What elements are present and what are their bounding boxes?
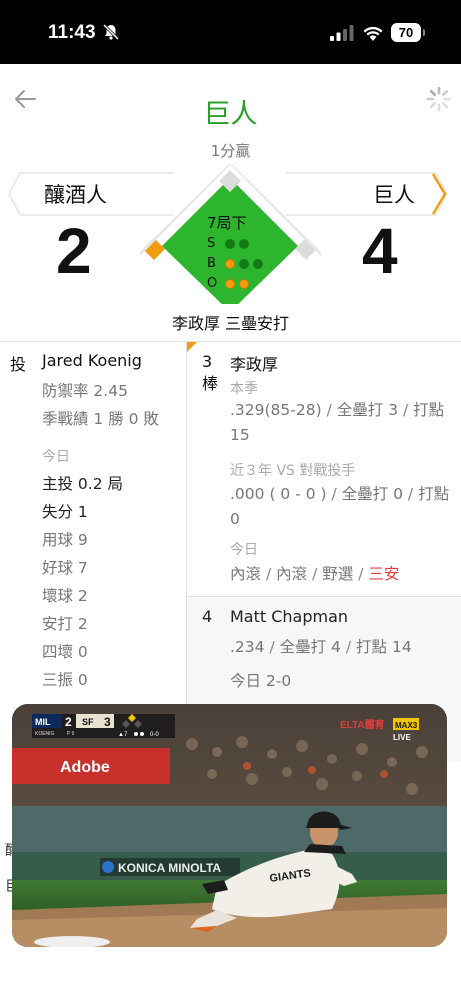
page-title: 巨人 — [203, 99, 258, 130]
out-count: O — [207, 276, 253, 291]
home-team-name: 巨人 — [373, 183, 415, 207]
season-stats: .329(85-28) / 全壘打 3 / 打點 15 — [230, 398, 452, 448]
video-player[interactable]: Adobe KONICA MINOLTA GIANTS MIL 2 SF 3 K… — [12, 704, 447, 947]
battery-indicator: 70 — [391, 23, 425, 42]
separator: / — [345, 638, 352, 656]
video-away-score: 2 — [65, 715, 72, 729]
billboard-text: Adobe — [60, 759, 110, 776]
at-bat-result: 野選 — [322, 565, 354, 583]
vs-pitcher-stats: .000 ( 0 - 0 ) / 全壘打 0 / 打點 0 — [230, 482, 452, 532]
batter-order-suffix: 棒 — [202, 374, 219, 393]
pitcher-name: Jared Koenig — [42, 351, 142, 370]
current-batter-marker — [187, 342, 197, 352]
at-bat-result-current: 三安 — [368, 565, 400, 583]
pitcher-era: 防禦率 2.45 — [42, 382, 128, 400]
pitcher-today-label: 今日 — [42, 449, 70, 465]
pitcher-hits: 安打 2 — [42, 615, 88, 633]
video-pitcher-tag: KOENIG — [35, 731, 55, 737]
batter-order: 3 棒 — [202, 351, 220, 395]
status-bar: 11:43 70 — [0, 0, 461, 64]
pitcher-runs: 失分 1 — [42, 503, 88, 521]
video-home-score: 3 — [104, 715, 111, 729]
video-away-abbr: MIL — [35, 717, 51, 727]
strike-dot — [239, 238, 249, 249]
batter-panel: 3 棒 李政厚 本季 .329(85-28) / 全壘打 3 / 打點 15 近… — [187, 341, 461, 762]
ball-dot — [225, 258, 235, 269]
separator: / — [269, 638, 275, 656]
ball-label: B — [207, 256, 216, 271]
next-batter-today: 今日 2-0 — [230, 672, 292, 690]
next-batter-stats: .234 / 全壘打 4 / 打點 14 — [230, 635, 452, 660]
vs-hr: 全壘打 0 — [341, 485, 403, 503]
loading-spinner-icon — [426, 86, 452, 112]
video-pitch-count: P 9 — [67, 731, 75, 737]
ball-dot — [253, 258, 263, 269]
video-count: 0-0 — [150, 732, 159, 738]
out-dot — [225, 278, 235, 289]
pitcher-pitches: 用球 9 — [42, 531, 88, 549]
video-home-abbr: SF — [82, 717, 94, 727]
next-hr: 全壘打 4 — [279, 638, 341, 656]
out-label: O — [207, 276, 218, 291]
batter-order-number: 3 — [202, 352, 213, 371]
inning-label: 7局下 — [207, 214, 247, 232]
pitcher-panel: 投 Jared Koenig 防禦率 2.45 季戰績 1 勝 0 敗 今日 主… — [0, 341, 187, 761]
strike-label: S — [207, 236, 216, 251]
video-inning: ▲7 — [118, 732, 128, 738]
out-dot — [239, 278, 249, 289]
away-score: 2 — [56, 215, 92, 287]
status-time: 11:43 — [48, 22, 96, 43]
separator: / — [403, 401, 409, 419]
wifi-icon — [363, 26, 383, 41]
at-bat-result: 內滾 — [230, 565, 262, 583]
bell-muted-icon — [102, 23, 120, 41]
banner-text: KONICA MINOLTA — [118, 861, 221, 875]
result-subtitle: 1分贏 — [210, 142, 251, 160]
next-rbi: 打點 14 — [356, 638, 412, 656]
pitcher-strikeouts: 三振 0 — [42, 671, 88, 689]
separator: / — [265, 565, 272, 583]
separator: / — [312, 565, 318, 583]
batter-today-results: 內滾 / 內滾 / 野選 / 三安 — [230, 562, 452, 587]
home-score: 4 — [362, 215, 398, 287]
vs-pitcher-label: 近３年 VS 對戰投手 — [230, 463, 356, 479]
pitcher-record: 季戰績 1 勝 0 敗 — [42, 410, 159, 428]
pitcher-tag: 投 — [10, 355, 27, 374]
video-frame: Adobe KONICA MINOLTA GIANTS MIL 2 SF 3 K… — [12, 704, 447, 947]
batter-name: 李政厚 — [230, 355, 279, 374]
away-team-name: 釀酒人 — [44, 183, 107, 207]
vs-avg: .000 ( 0 - 0 ) — [230, 485, 327, 503]
next-batter-order: 4 — [202, 607, 213, 626]
live-badge: LIVE — [393, 733, 411, 742]
channel-logo: MAX3 — [395, 721, 418, 730]
play-result: 李政厚 三壘安打 — [171, 314, 290, 333]
pitcher-innings: 主投 0.2 局 — [42, 475, 124, 493]
separator: / — [331, 485, 337, 503]
ball-dot — [239, 258, 249, 269]
separator: / — [326, 401, 332, 419]
next-avg: .234 — [230, 638, 265, 656]
next-batter-name: Matt Chapman — [230, 607, 349, 626]
home-indicator[interactable] — [148, 983, 313, 988]
pitcher-strikes: 好球 7 — [42, 559, 88, 577]
cellular-signal-icon — [330, 25, 354, 41]
separator: / — [407, 485, 414, 503]
pitcher-walks: 四壞 0 — [42, 643, 88, 661]
ball-count: B — [207, 256, 267, 271]
at-bat-result: 內滾 — [276, 565, 308, 583]
season-avg: .329(85-28) — [230, 401, 322, 419]
separator: / — [358, 565, 364, 583]
batter-today-label: 今日 — [230, 542, 258, 558]
network-logo: ELTA體育 — [340, 718, 385, 731]
pitcher-balls: 壞球 2 — [42, 587, 88, 605]
season-hr: 全壘打 3 — [336, 401, 399, 419]
strike-dot — [225, 238, 235, 249]
strike-count: S — [207, 236, 253, 251]
